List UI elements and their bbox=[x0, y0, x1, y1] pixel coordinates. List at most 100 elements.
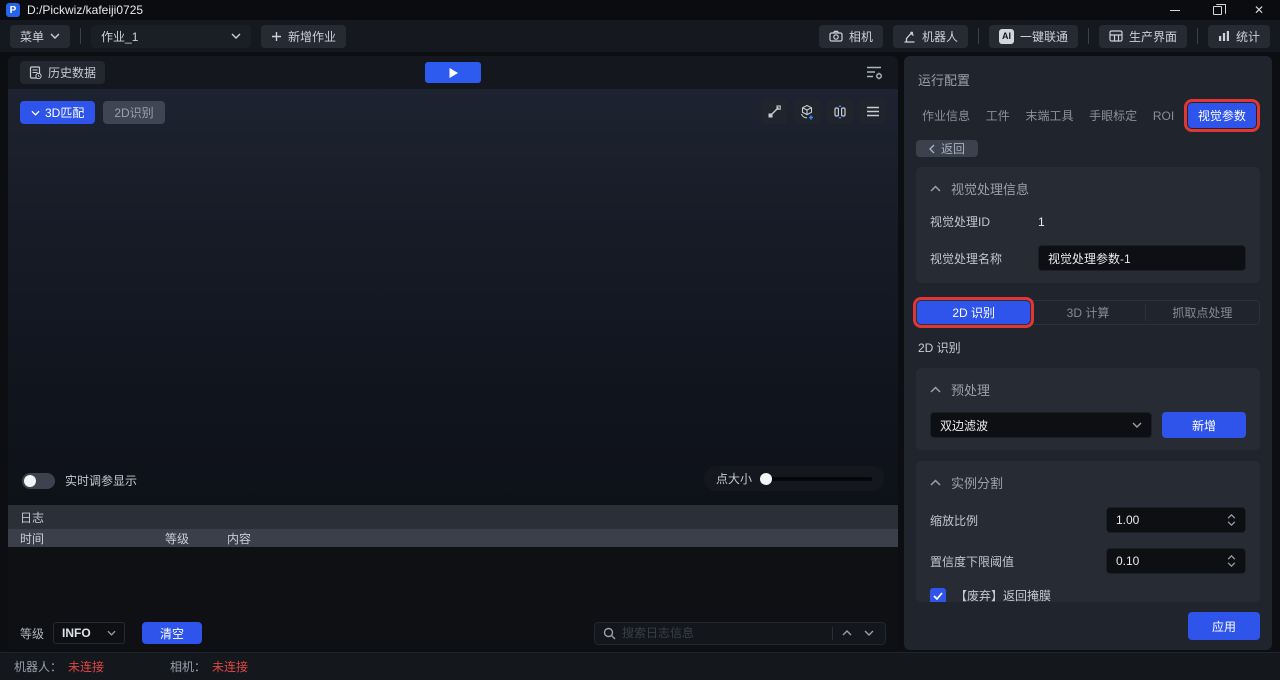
search-prev-button[interactable] bbox=[839, 629, 855, 637]
search-next-button[interactable] bbox=[861, 629, 877, 637]
menu-button[interactable]: 菜单 bbox=[10, 25, 70, 48]
mode-2d-recognition-label: 2D识别 bbox=[114, 104, 153, 121]
realtime-display-toggle[interactable] bbox=[22, 473, 55, 489]
spinner-down-icon[interactable] bbox=[1227, 562, 1236, 567]
vision-id-value: 1 bbox=[1038, 215, 1045, 229]
window-title: D:/Pickwiz/kafeiji0725 bbox=[27, 3, 143, 17]
vision-name-input[interactable] bbox=[1038, 245, 1246, 271]
log-table-header: 时间 等级 内容 bbox=[8, 529, 898, 547]
confidence-spinner[interactable]: 0.10 bbox=[1106, 548, 1246, 574]
statistics-button[interactable]: 统计 bbox=[1208, 25, 1270, 48]
toolbar-divider bbox=[80, 28, 81, 44]
log-search-box bbox=[594, 622, 886, 645]
vision-id-row: 视觉处理ID 1 bbox=[930, 213, 1246, 230]
new-job-button[interactable]: 新增作业 bbox=[261, 25, 346, 48]
log-level-value: INFO bbox=[62, 626, 91, 640]
step-tab-grasp-point[interactable]: 抓取点处理 bbox=[1146, 301, 1259, 324]
point-size-label: 点大小 bbox=[716, 470, 752, 487]
3d-viewport[interactable]: 3D匹配 2D识别 bbox=[8, 89, 898, 505]
config-tabs: 作业信息 工件 末端工具 手眼标定 ROI 视觉参数 bbox=[916, 101, 1260, 138]
production-ui-button[interactable]: 生产界面 bbox=[1099, 25, 1187, 48]
segmentation-title: 实例分割 bbox=[951, 473, 1003, 492]
main-toolbar: 菜单 作业_1 新增作业 相机 机器人 AI 一键联通 生产界面 bbox=[0, 20, 1280, 52]
add-filter-button[interactable]: 新增 bbox=[1162, 412, 1246, 438]
point-size-slider[interactable] bbox=[761, 477, 872, 481]
camera-button[interactable]: 相机 bbox=[819, 25, 883, 48]
restore-button[interactable] bbox=[1196, 0, 1238, 20]
chevron-left-icon bbox=[929, 144, 935, 154]
history-document-icon bbox=[29, 66, 42, 79]
slider-knob[interactable] bbox=[760, 473, 772, 485]
clipping-tool-button[interactable] bbox=[827, 99, 853, 124]
add-pointcloud-tool-button[interactable] bbox=[794, 99, 820, 124]
history-data-label: 历史数据 bbox=[48, 64, 96, 81]
vision-id-label: 视觉处理ID bbox=[930, 213, 1038, 230]
chevron-down-icon bbox=[231, 33, 241, 39]
back-button[interactable]: 返回 bbox=[916, 140, 978, 157]
tab-end-tool[interactable]: 末端工具 bbox=[1023, 103, 1075, 128]
vision-info-header[interactable]: 视觉处理信息 bbox=[930, 179, 1246, 198]
app-logo: P bbox=[6, 3, 20, 17]
confidence-label: 置信度下限阈值 bbox=[930, 553, 1038, 570]
log-column-content: 内容 bbox=[227, 530, 886, 547]
clear-log-button[interactable]: 清空 bbox=[142, 622, 202, 644]
tab-roi[interactable]: ROI bbox=[1151, 105, 1176, 127]
tab-hand-eye-calibration[interactable]: 手眼标定 bbox=[1087, 103, 1139, 128]
robot-button[interactable]: 机器人 bbox=[893, 25, 968, 48]
log-table-body bbox=[8, 547, 898, 620]
tab-vision-parameters[interactable]: 视觉参数 bbox=[1188, 103, 1256, 128]
log-level-select[interactable]: INFO bbox=[53, 622, 125, 644]
ai-connect-button[interactable]: AI 一键联通 bbox=[989, 25, 1078, 48]
chevron-up-icon bbox=[930, 479, 941, 486]
menu-label: 菜单 bbox=[20, 28, 44, 45]
spinner-up-icon[interactable] bbox=[1227, 555, 1236, 560]
segmentation-header[interactable]: 实例分割 bbox=[930, 473, 1246, 492]
mode-3d-match-button[interactable]: 3D匹配 bbox=[20, 101, 95, 124]
preprocess-card: 预处理 双边滤波 新增 bbox=[916, 368, 1260, 450]
apply-row: 应用 bbox=[916, 602, 1260, 640]
new-job-label: 新增作业 bbox=[288, 28, 336, 45]
scale-spinner[interactable]: 1.00 bbox=[1106, 507, 1246, 533]
job-select[interactable]: 作业_1 bbox=[91, 25, 251, 48]
filter-settings-icon bbox=[865, 64, 884, 81]
filter-type-select[interactable]: 双边滤波 bbox=[930, 412, 1152, 438]
display-settings-button[interactable] bbox=[863, 62, 886, 83]
viewport-tools bbox=[761, 99, 886, 124]
segmentation-card: 实例分割 缩放比例 1.00 置信度下限阈值 0.10 bbox=[916, 461, 1260, 602]
camera-label: 相机 bbox=[849, 28, 873, 45]
log-column-time: 时间 bbox=[20, 530, 165, 547]
filter-type-value: 双边滤波 bbox=[940, 417, 988, 434]
run-play-button[interactable] bbox=[425, 62, 481, 83]
spinner-down-icon[interactable] bbox=[1227, 521, 1236, 526]
close-button[interactable]: ✕ bbox=[1238, 0, 1280, 20]
preprocess-header[interactable]: 预处理 bbox=[930, 380, 1246, 399]
mode-2d-recognition-button[interactable]: 2D识别 bbox=[103, 101, 164, 124]
hamburger-menu-icon bbox=[866, 106, 880, 117]
search-icon bbox=[603, 627, 616, 640]
tab-workpiece[interactable]: 工件 bbox=[984, 103, 1012, 128]
apply-button[interactable]: 应用 bbox=[1188, 612, 1260, 640]
step-tab-2d-recognition[interactable]: 2D 识别 bbox=[917, 301, 1030, 324]
history-data-button[interactable]: 历史数据 bbox=[20, 61, 105, 84]
ai-connect-label: 一键联通 bbox=[1020, 28, 1068, 45]
log-panel: 日志 时间 等级 内容 等级 INFO 清空 bbox=[8, 505, 898, 650]
robot-status-label: 机器人： bbox=[14, 658, 62, 675]
camera-icon bbox=[829, 30, 843, 42]
minimize-button[interactable] bbox=[1154, 0, 1196, 20]
spinner-up-icon[interactable] bbox=[1227, 514, 1236, 519]
return-mask-label: 【废弃】返回掩膜 bbox=[955, 587, 1051, 602]
camera-status-value: 未连接 bbox=[212, 658, 248, 675]
return-mask-checkbox[interactable] bbox=[930, 588, 946, 603]
viewport-menu-button[interactable] bbox=[860, 99, 886, 124]
scale-row: 缩放比例 1.00 bbox=[930, 507, 1246, 533]
measure-line-tool-button[interactable] bbox=[761, 99, 787, 124]
log-title-bar: 日志 bbox=[8, 505, 898, 529]
tab-job-info[interactable]: 作业信息 bbox=[920, 103, 972, 128]
chevron-down-icon bbox=[31, 110, 40, 116]
log-search-input[interactable] bbox=[622, 626, 826, 640]
restore-icon bbox=[1213, 6, 1222, 15]
realtime-toggle-row: 实时调参显示 bbox=[22, 472, 137, 489]
measure-line-icon bbox=[767, 104, 782, 119]
run-config-title: 运行配置 bbox=[916, 66, 1260, 101]
step-tab-3d-compute[interactable]: 3D 计算 bbox=[1031, 301, 1144, 324]
